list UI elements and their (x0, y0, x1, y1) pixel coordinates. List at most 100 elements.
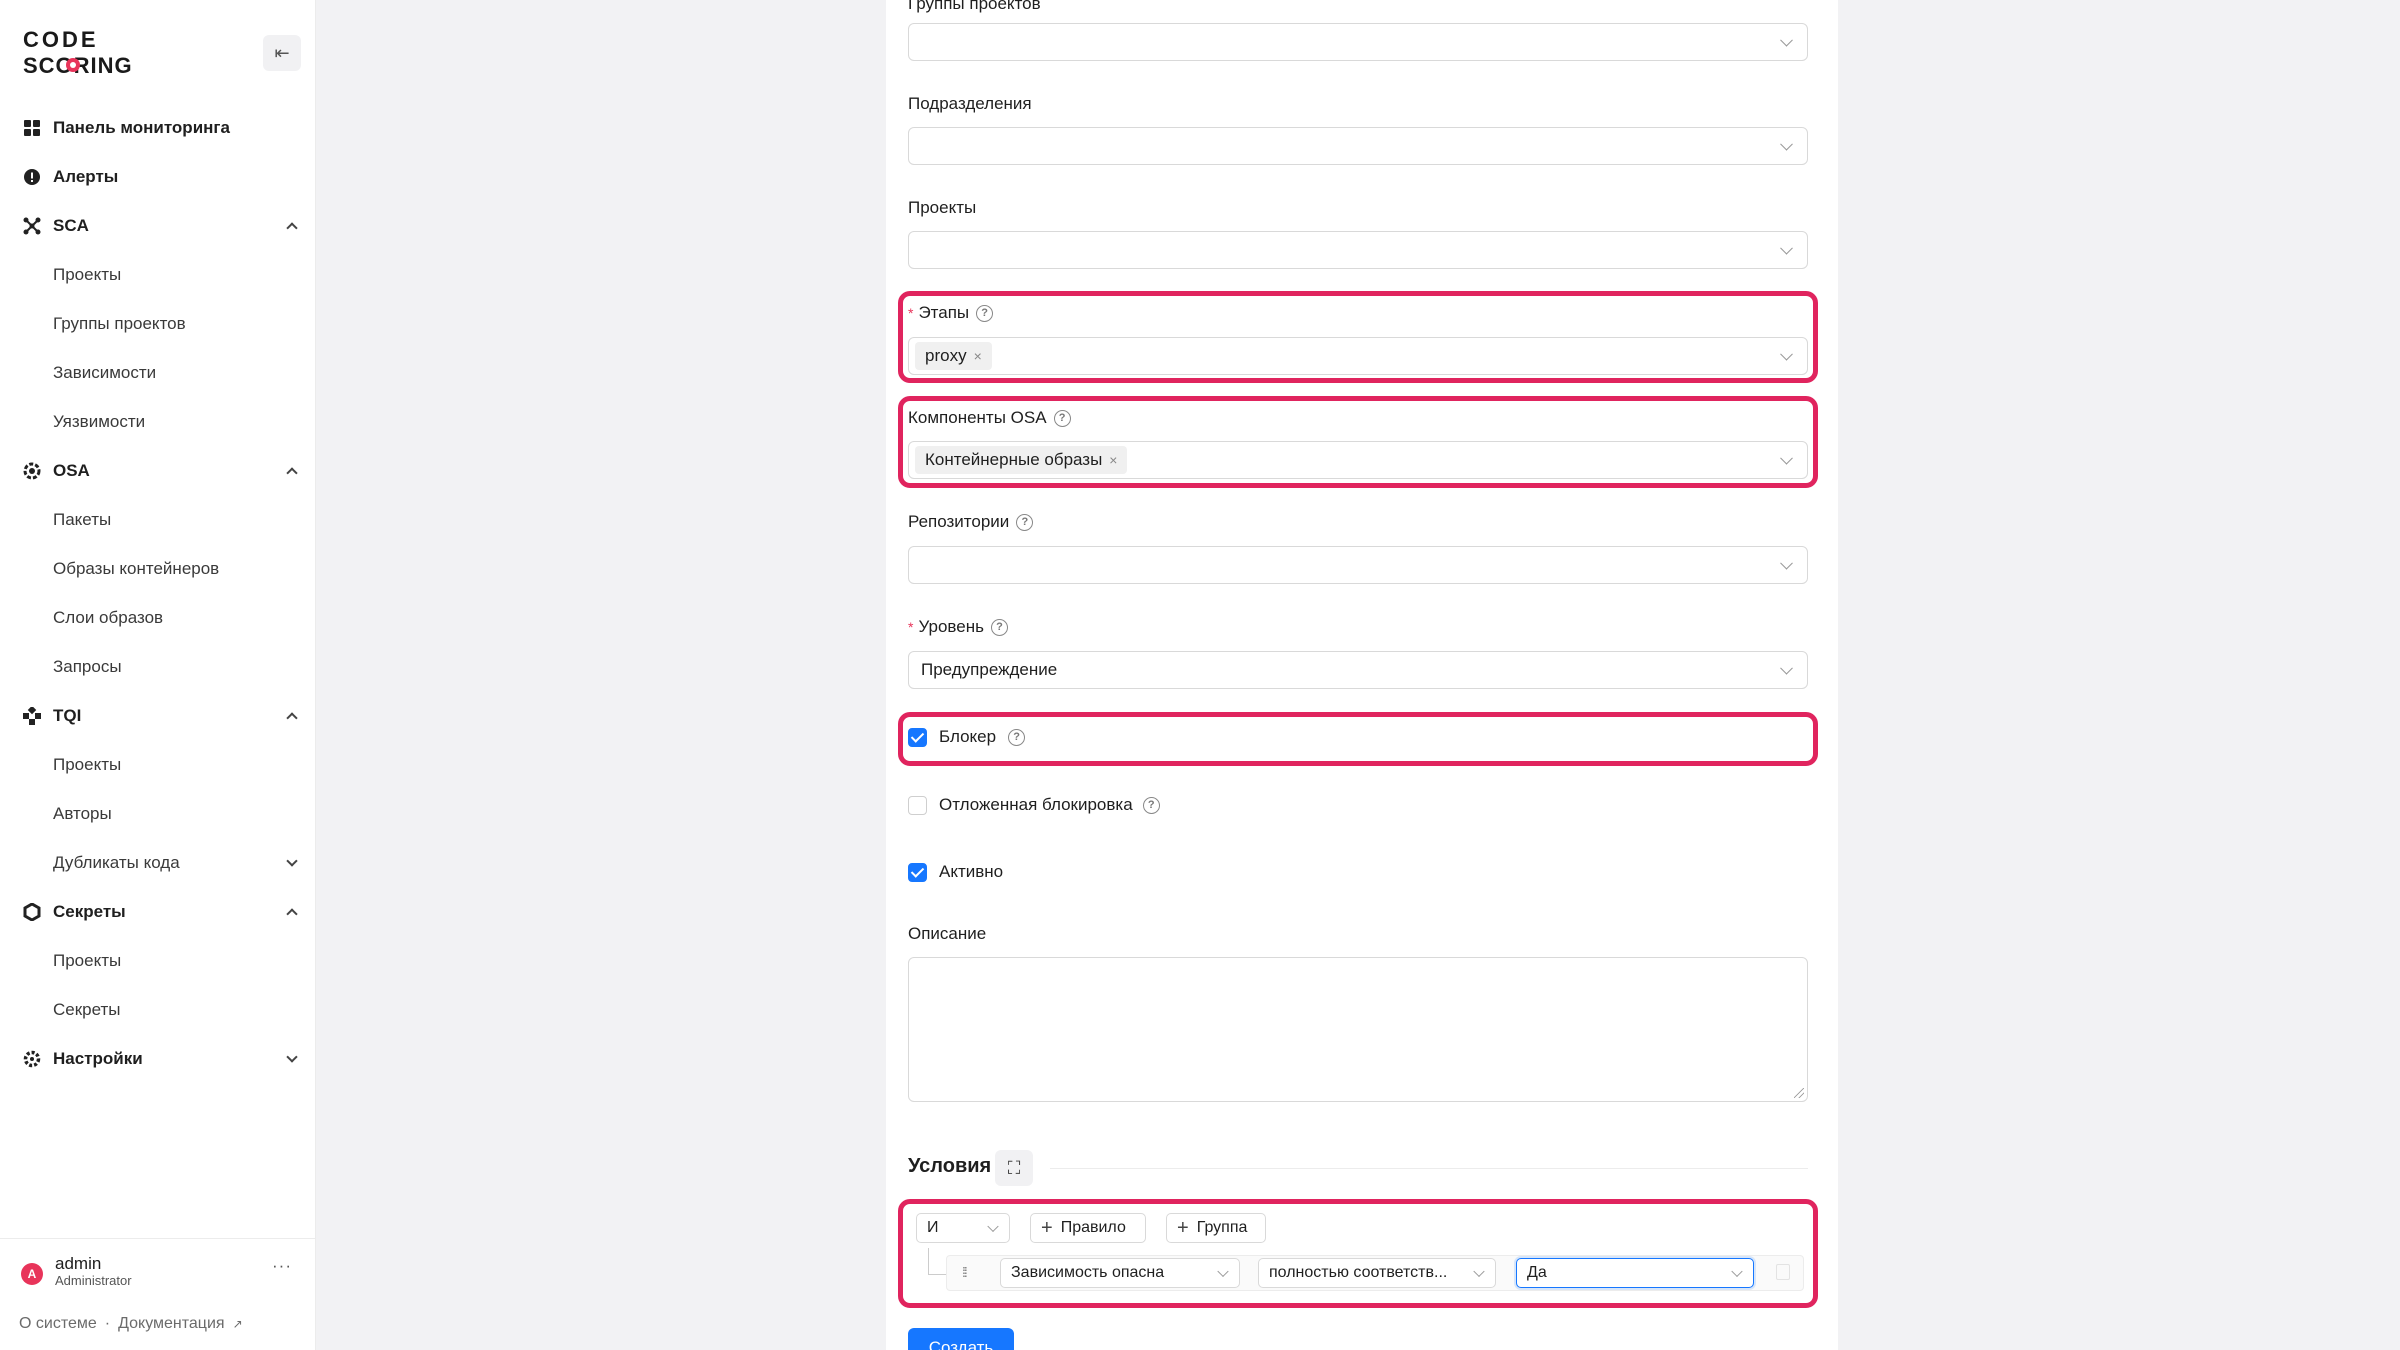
sidebar-item-label: Секреты (53, 901, 126, 921)
blocker-checkbox[interactable] (908, 727, 927, 747)
deferred-block-row: Отложенная блокировка ? (908, 795, 1160, 815)
sidebar-item-label: Уязвимости (53, 411, 146, 431)
sidebar-item-requests[interactable]: Запросы (0, 642, 316, 691)
logo-line1: CODE (23, 27, 99, 52)
sidebar-item-label: Запросы (53, 656, 122, 676)
rule-value: Да (1527, 1264, 1547, 1281)
blocker-label: Блокер (939, 727, 997, 746)
sidebar-item-authors[interactable]: Авторы (0, 789, 316, 838)
sidebar-item-image-layers[interactable]: Слои образов (0, 593, 316, 642)
documentation-link[interactable]: Документация (118, 1315, 224, 1333)
user-menu-button[interactable]: ··· (272, 1256, 292, 1276)
help-icon[interactable]: ? (1016, 513, 1034, 531)
help-icon[interactable]: ? (976, 304, 994, 322)
tag-close-icon[interactable]: × (1109, 452, 1117, 468)
about-link[interactable]: О системе (19, 1315, 97, 1333)
sidebar-item-sca-projects[interactable]: Проекты (0, 250, 316, 299)
required-marker: * (908, 619, 914, 635)
help-icon[interactable]: ? (1053, 409, 1071, 427)
osa-components-select[interactable]: Контейнерные образы × (908, 441, 1808, 479)
footer-links: О системе · Документация ↗ (19, 1315, 243, 1333)
sidebar-item-code-duplicates[interactable]: Дубликаты кода (0, 838, 316, 887)
fullscreen-button[interactable]: ⛶ (995, 1150, 1033, 1186)
sidebar-item-container-images[interactable]: Образы контейнеров (0, 544, 316, 593)
description-textarea[interactable] (908, 957, 1808, 1102)
stages-select[interactable]: proxy × (908, 337, 1808, 375)
sidebar-item-tqi-projects[interactable]: Проекты (0, 740, 316, 789)
conjunction-select[interactable]: И (916, 1213, 1010, 1243)
active-label: Активно (939, 862, 1004, 881)
chevron-down-icon (987, 1220, 999, 1233)
tag-close-icon[interactable]: × (974, 348, 982, 364)
chevron-down-icon (1780, 241, 1793, 255)
sidebar-item-packages[interactable]: Пакеты (0, 495, 316, 544)
help-icon[interactable]: ? (1008, 728, 1026, 746)
add-group-button[interactable]: + Группа (1166, 1213, 1266, 1243)
stages-label-text: Этапы (918, 303, 970, 322)
sidebar-item-project-groups[interactable]: Группы проектов (0, 299, 316, 348)
sidebar-item-label: Дубликаты кода (53, 852, 180, 872)
deferred-block-checkbox[interactable] (908, 795, 927, 815)
chevron-down-icon (1473, 1265, 1485, 1278)
sidebar-item-dashboard[interactable]: Панель мониторинга (0, 103, 316, 152)
sidebar-item-label: TQI (53, 705, 82, 725)
repositories-select[interactable] (908, 546, 1808, 584)
sidebar-collapse-button[interactable]: ⇤ (263, 35, 301, 71)
active-checkbox[interactable] (908, 862, 927, 882)
repositories-label: Репозитории ? (908, 512, 1034, 532)
help-icon[interactable]: ? (1142, 796, 1160, 814)
dashboard-grid-icon (23, 119, 41, 137)
sidebar-item-settings[interactable]: Настройки (0, 1034, 316, 1083)
rule-field-select[interactable]: Зависимость опасна (1000, 1258, 1240, 1288)
rule-value-select[interactable]: Да (1516, 1258, 1754, 1288)
codescoring-logo[interactable]: CODE SCORING (23, 27, 155, 78)
alert-circle-icon (23, 168, 41, 186)
project-groups-select[interactable] (908, 23, 1808, 61)
help-icon[interactable]: ? (990, 618, 1008, 636)
sidebar-item-label: Авторы (53, 803, 112, 823)
project-groups-label: Группы проектов (908, 0, 1041, 13)
chevron-up-icon (286, 221, 298, 234)
sidebar-item-label: SCA (53, 215, 89, 235)
sidebar-item-secrets-list[interactable]: Секреты (0, 985, 316, 1034)
sidebar-item-tqi[interactable]: TQI (0, 691, 316, 740)
sidebar-item-dependencies[interactable]: Зависимости (0, 348, 316, 397)
external-link-icon: ↗ (232, 1317, 243, 1331)
sidebar-item-vulnerabilities[interactable]: Уязвимости (0, 397, 316, 446)
sidebar-item-osa[interactable]: OSA (0, 446, 316, 495)
sidebar-nav: Панель мониторинга Алерты SCA Проекты Гр… (0, 103, 316, 1083)
chevron-up-icon (286, 711, 298, 724)
delete-rule-icon[interactable] (1776, 1264, 1790, 1280)
avatar[interactable]: A (21, 1263, 43, 1285)
osa-gear-icon (23, 462, 41, 480)
divisions-label: Подразделения (908, 94, 1032, 113)
sidebar-item-alerts[interactable]: Алерты (0, 152, 316, 201)
rule-operator-select[interactable]: полностью соответств... (1258, 1258, 1496, 1288)
chevron-down-icon (1780, 33, 1793, 47)
divisions-select[interactable] (908, 127, 1808, 165)
stage-tag: proxy × (915, 342, 992, 370)
osa-components-label-text: Компоненты OSA (908, 408, 1047, 427)
chevron-down-icon (1780, 556, 1793, 570)
chevron-up-icon (286, 907, 298, 920)
level-label: * Уровень ? (908, 617, 1008, 637)
sidebar-item-label: Зависимости (53, 362, 157, 382)
sidebar-item-sca[interactable]: SCA (0, 201, 316, 250)
sidebar-footer: A admin Administrator ··· О системе · До… (0, 1238, 316, 1350)
resize-handle-icon[interactable] (1794, 1088, 1804, 1098)
drag-handle-icon[interactable]: ⁞⁞ (962, 1264, 968, 1280)
chevron-down-icon (1780, 451, 1793, 465)
projects-select[interactable] (908, 231, 1808, 269)
create-button[interactable]: Создать (908, 1328, 1014, 1350)
sidebar-item-secrets-projects[interactable]: Проекты (0, 936, 316, 985)
level-select[interactable]: Предупреждение (908, 651, 1808, 689)
level-value: Предупреждение (921, 660, 1058, 679)
sidebar-item-secrets[interactable]: Секреты (0, 887, 316, 936)
user-role: Administrator (55, 1273, 132, 1288)
blocker-row: Блокер ? (908, 727, 1026, 747)
deferred-block-label: Отложенная блокировка (939, 795, 1133, 814)
section-divider (1050, 1168, 1808, 1169)
sidebar-item-label: Секреты (53, 999, 121, 1019)
conditions-title: Условия (908, 1155, 992, 1177)
add-rule-button[interactable]: + Правило (1030, 1213, 1146, 1243)
